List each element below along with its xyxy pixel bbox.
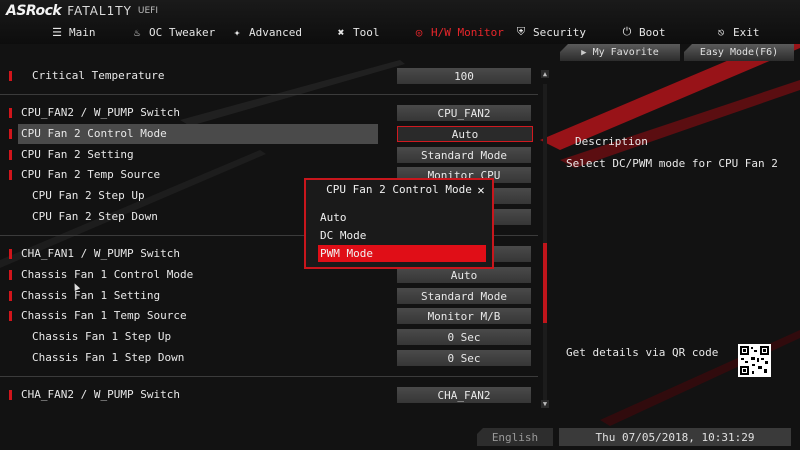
shield-icon: ⛨ xyxy=(516,25,526,38)
setting-label: Chassis Fan 1 Temp Source xyxy=(21,309,187,322)
setting-label: CPU Fan 2 Control Mode xyxy=(21,127,167,140)
setting-row[interactable]: CPU_FAN2 / W_PUMP Switch CPU_FAN2 xyxy=(0,103,535,123)
tab-advanced[interactable]: ✦ Advanced xyxy=(230,22,302,42)
tab-oc-tweaker[interactable]: ♨ OC Tweaker xyxy=(130,22,216,42)
setting-label: CPU Fan 2 Temp Source xyxy=(21,168,161,181)
description-title: Description xyxy=(575,135,648,148)
setting-value[interactable]: 100 xyxy=(397,68,531,84)
my-favorite-button[interactable]: ▶ My Favorite xyxy=(560,44,680,61)
triangle-icon: ▶ xyxy=(581,47,587,58)
setting-label: CPU Fan 2 Setting xyxy=(21,148,134,161)
popup-option-auto[interactable]: Auto xyxy=(318,209,486,226)
tab-tool-label: Tool xyxy=(353,25,380,39)
uefi-label: UEFI xyxy=(137,6,159,16)
tab-hw-monitor-label: H/W Monitor xyxy=(431,25,504,39)
tab-tool[interactable]: ✖ Tool xyxy=(334,22,380,42)
asrock-logo: ASRock xyxy=(6,3,62,19)
exit-icon: ⎋ xyxy=(717,25,725,39)
language-label: English xyxy=(491,430,539,444)
tab-boot[interactable]: ⏻ Boot xyxy=(620,22,666,42)
setting-marker xyxy=(9,170,12,180)
setting-row[interactable]: Chassis Fan 1 Temp Source Monitor M/B xyxy=(0,306,535,326)
qr-code xyxy=(738,344,771,377)
popup-title: CPU Fan 2 Control Mode xyxy=(326,183,472,196)
top-bar: ASRock FATAL1TY UEFI ☰ Main ♨ OC Tweaker… xyxy=(0,0,800,44)
section-divider xyxy=(0,94,538,95)
setting-marker xyxy=(9,108,12,118)
easy-mode-label: Easy Mode(F6) xyxy=(699,47,779,58)
language-button[interactable]: English xyxy=(477,428,553,446)
setting-value[interactable]: 0 Sec xyxy=(397,350,531,366)
setting-label: CPU_FAN2 / W_PUMP Switch xyxy=(21,106,180,119)
description-text: Select DC/PWM mode for CPU Fan 2 xyxy=(566,157,778,170)
tab-advanced-label: Advanced xyxy=(249,25,302,39)
tab-boot-label: Boot xyxy=(639,25,666,39)
setting-marker xyxy=(9,129,12,139)
setting-marker xyxy=(9,390,12,400)
popup-option-pwm-mode[interactable]: PWM Mode xyxy=(318,245,486,262)
tab-hw-monitor[interactable]: ◎ H/W Monitor xyxy=(412,22,504,42)
tools-icon: ✖ xyxy=(337,25,345,39)
setting-label: Chassis Fan 1 Step Down xyxy=(32,351,185,364)
scrollbar-thumb[interactable] xyxy=(543,243,547,323)
main-menu: ☰ Main ♨ OC Tweaker ✦ Advanced ✖ Tool ◎ … xyxy=(0,22,800,42)
setting-label: CHA_FAN1 / W_PUMP Switch xyxy=(21,247,180,260)
flame-icon: ♨ xyxy=(133,25,141,39)
scroll-down-arrow[interactable]: ▼ xyxy=(541,400,549,408)
setting-value[interactable]: Standard Mode xyxy=(397,288,531,304)
setting-marker xyxy=(9,150,12,160)
setting-label: Chassis Fan 1 Step Up xyxy=(32,330,172,343)
easy-mode-button[interactable]: Easy Mode(F6) xyxy=(684,44,794,61)
scrollbar-track[interactable] xyxy=(543,84,547,400)
fatal1ty-logo: FATAL1TY xyxy=(67,4,132,18)
datetime-label: Thu 07/05/2018, 10:31:29 xyxy=(595,430,755,444)
setting-value[interactable]: Auto xyxy=(397,126,533,142)
setting-marker xyxy=(9,249,12,259)
setting-row[interactable]: CPU Fan 2 Setting Standard Mode xyxy=(0,145,535,165)
setting-row[interactable]: Chassis Fan 1 Step Up 0 Sec xyxy=(0,327,535,347)
setting-value[interactable]: Auto xyxy=(397,267,531,283)
setting-label: Critical Temperature xyxy=(32,69,165,82)
setting-value[interactable]: CPU_FAN2 xyxy=(397,105,531,121)
tab-security[interactable]: ⛨ Security xyxy=(514,22,586,42)
list-icon: ☰ xyxy=(52,25,62,39)
brand-logo: ASRock FATAL1TY UEFI xyxy=(6,2,158,20)
setting-row[interactable]: CPU Fan 2 Control Mode Auto xyxy=(0,124,535,144)
setting-label: CHA_FAN2 / W_PUMP Switch xyxy=(21,388,180,401)
control-mode-popup: CPU Fan 2 Control Mode ✕ Auto DC Mode PW… xyxy=(304,178,494,269)
setting-row[interactable]: Critical Temperature 100 xyxy=(0,66,535,86)
setting-marker xyxy=(9,270,12,280)
tab-main[interactable]: ☰ Main xyxy=(50,22,96,42)
power-icon: ⏻ xyxy=(622,25,632,38)
setting-label: CPU Fan 2 Step Down xyxy=(32,210,158,223)
setting-row[interactable]: Chassis Fan 1 Step Down 0 Sec xyxy=(0,348,535,368)
setting-label: Chassis Fan 1 Control Mode xyxy=(21,268,194,281)
section-divider xyxy=(0,376,538,377)
my-favorite-label: My Favorite xyxy=(592,47,659,58)
datetime-display: Thu 07/05/2018, 10:31:29 xyxy=(559,428,791,446)
setting-marker xyxy=(9,71,12,81)
setting-marker xyxy=(9,291,12,301)
popup-option-dc-mode[interactable]: DC Mode xyxy=(318,227,486,244)
close-icon[interactable]: ✕ xyxy=(474,183,488,197)
setting-value[interactable]: CHA_FAN2 xyxy=(397,387,531,403)
setting-label: CPU Fan 2 Step Up xyxy=(32,189,145,202)
tab-exit-label: Exit xyxy=(733,25,760,39)
setting-row[interactable]: CHA_FAN2 / W_PUMP Switch CHA_FAN2 xyxy=(0,385,535,405)
setting-label: Chassis Fan 1 Setting xyxy=(21,289,161,302)
tab-security-label: Security xyxy=(533,25,586,39)
tab-main-label: Main xyxy=(69,25,96,39)
scroll-up-arrow[interactable]: ▲ xyxy=(541,70,549,78)
setting-value[interactable]: Standard Mode xyxy=(397,147,531,163)
setting-row[interactable]: Chassis Fan 1 Setting Standard Mode xyxy=(0,286,535,306)
qr-caption: Get details via QR code xyxy=(566,346,719,359)
tab-exit[interactable]: ⎋ Exit xyxy=(714,22,760,42)
setting-marker xyxy=(9,311,12,321)
star-icon: ✦ xyxy=(233,25,241,39)
setting-value[interactable]: 0 Sec xyxy=(397,329,531,345)
setting-value[interactable]: Monitor M/B xyxy=(397,308,531,324)
monitor-icon: ◎ xyxy=(415,25,423,39)
tab-oc-tweaker-label: OC Tweaker xyxy=(149,25,216,39)
